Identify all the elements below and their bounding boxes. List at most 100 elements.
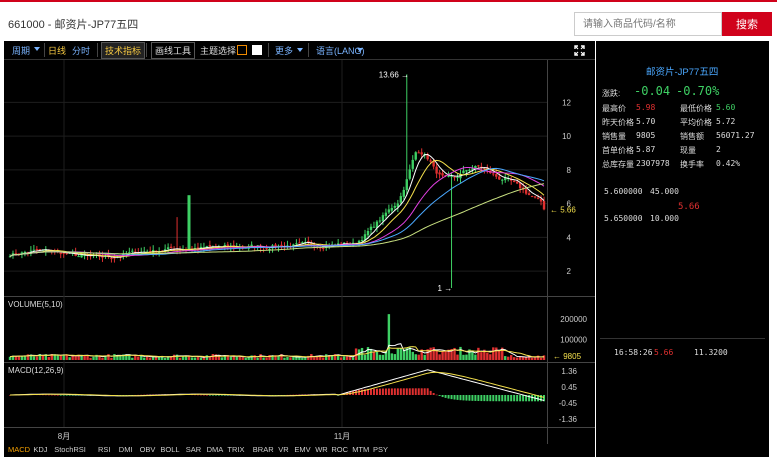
indicator-tab-mtm[interactable]: MTM [352,445,369,454]
volume-bar [86,355,89,360]
macd-histogram-bar [59,395,62,396]
macd-histogram-bar [375,388,378,395]
fullscreen-icon[interactable] [574,45,585,56]
volume-bar [223,356,226,360]
candle-body [530,196,534,198]
candle-body [515,181,519,184]
indicator-button[interactable]: 技术指标 [101,42,146,59]
volume-bar [211,354,215,360]
indicator-tab-rsi[interactable]: RSI [98,445,111,454]
volume-bar [441,351,444,360]
candle-body [110,258,113,260]
macd-histogram-bar [53,394,56,396]
macd-histogram-bar [501,395,504,402]
volume-bar [486,352,489,360]
candle-body [29,250,33,252]
volume-bar [342,356,346,360]
last-price: 5.66 [678,202,700,212]
macd-histogram-bar [519,395,522,402]
ma-line-30 [9,167,545,257]
indicator-tab-macd[interactable]: MACD [8,445,30,454]
indicator-tab-boll[interactable]: BOLL [160,445,179,454]
volume-bar [247,357,250,360]
candle-body [524,189,528,194]
macd-histogram-bar [208,395,211,396]
candle-body [495,174,498,177]
indicator-tab-emv[interactable]: EMV [294,445,310,454]
indicator-tab-vr[interactable]: VR [278,445,288,454]
price-chart[interactable]: 2468101213.66 →1 →← 5.66VOLUME(5,10)1000… [4,60,595,444]
macd-tick-label: 1.36 [561,367,577,376]
candle-body [295,243,298,245]
volume-bar [56,355,59,360]
indicator-tab-obv[interactable]: OBV [140,445,156,454]
candle-body [408,169,411,179]
indicator-tab-dmi[interactable]: DMI [119,445,133,454]
more-menu[interactable]: 更多 [275,44,293,57]
indicator-tab-psy[interactable]: PSY [373,445,388,454]
candle-body [372,226,376,228]
indicator-tab-sar[interactable]: SAR [186,445,201,454]
prev-label: 昨天价格 [602,118,634,127]
volume-bar [542,355,546,360]
macd-histogram-bar [199,394,202,396]
indicator-tab-roc[interactable]: ROC [331,445,348,454]
volume-bar [265,357,268,360]
macd-histogram-bar [414,388,417,395]
indicator-tab-trix[interactable]: TRIX [227,445,244,454]
candle-body [32,249,36,251]
search-input[interactable] [574,12,722,36]
volume-bar [414,354,417,360]
candle-body [166,247,170,250]
volume-bar [417,354,420,360]
volume-bar [262,357,265,360]
candle-body [387,209,391,213]
candle-body [298,242,301,244]
first-value: 5.87 [636,145,656,154]
chevron-down-icon [297,48,303,52]
macd-histogram-bar [68,395,71,396]
candle-body [62,252,65,254]
volume-bar [59,355,62,360]
tab-intraday[interactable]: 分时 [72,44,90,57]
candle-body [187,195,191,251]
price-tick-label: 12 [562,98,571,107]
search-button[interactable]: 搜索 [722,12,772,36]
indicator-tab-dma[interactable]: DMA [207,445,224,454]
volume-value: 9805 [636,131,656,140]
price-tick-label: 10 [562,132,571,141]
volume-bar [408,347,411,360]
volume-bar [163,357,167,360]
indicator-tab-stochrsi[interactable]: StochRSI [54,445,86,454]
candle-body [265,248,268,250]
macd-histogram-bar [402,388,405,395]
volume-bar [71,356,74,360]
price-tick-label: 2 [567,267,572,276]
right-panel-top [596,41,769,60]
volume-bar [399,348,403,360]
theme-light-swatch[interactable] [252,45,262,55]
volume-bar [229,356,232,360]
indicator-tab-kdj[interactable]: KDJ [33,445,47,454]
chevron-down-icon [34,47,40,51]
tab-daily[interactable]: 日线 [48,44,66,57]
candle-body [417,152,420,154]
macd-histogram-bar [468,395,471,401]
volume-bar [539,357,543,360]
volume-bar [35,356,39,360]
theme-dark-swatch[interactable] [237,45,247,55]
indicator-tab-wr[interactable]: WR [315,445,328,454]
drawing-tools-button[interactable]: 画线工具 [151,42,196,59]
volume-bar [238,356,241,360]
candle-body [441,173,444,176]
indicator-tab-brar[interactable]: BRAR [253,445,274,454]
macd-histogram-bar [62,395,65,396]
macd-histogram-bar [459,395,462,401]
period-menu[interactable]: 周期 [12,44,30,57]
high-value: 5.98 [636,103,656,112]
macd-histogram-bar [531,395,534,402]
macd-histogram-bar [217,395,220,396]
macd-title: MACD(12,26,9) [8,366,64,375]
candle-body [453,176,456,178]
volume-bar [459,346,462,360]
